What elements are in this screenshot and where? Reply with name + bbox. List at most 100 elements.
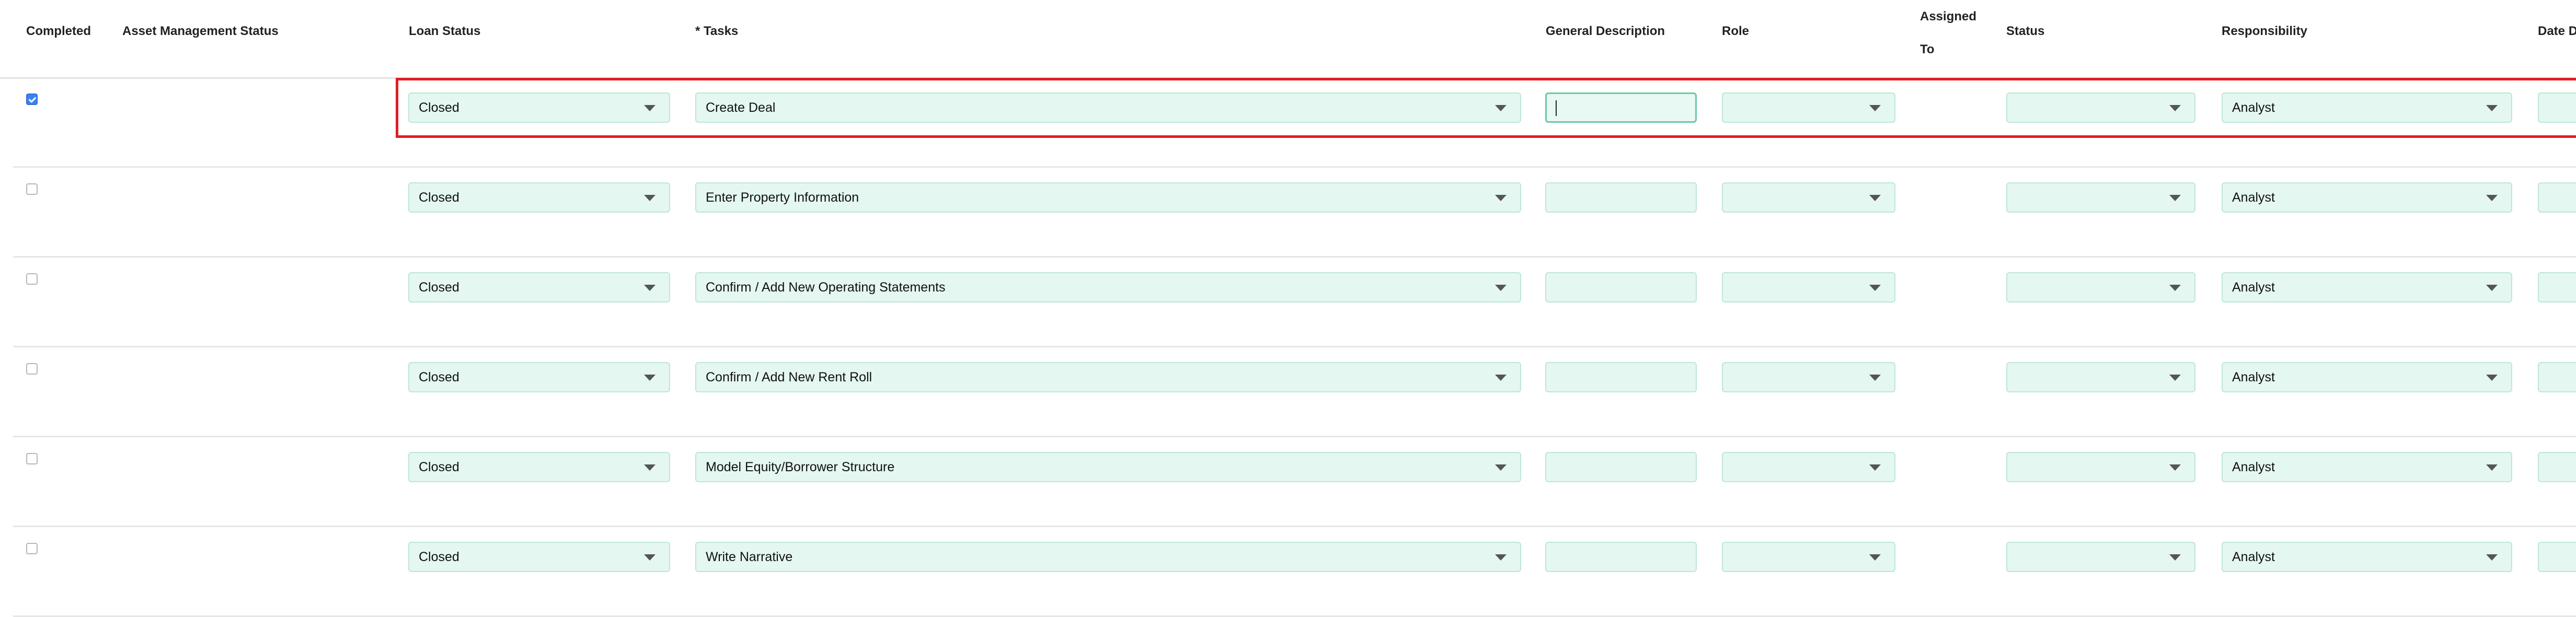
task-select[interactable]: Enter Property Information bbox=[695, 182, 1521, 213]
loan-status-select[interactable]: Closed bbox=[408, 92, 670, 123]
status-select[interactable] bbox=[2006, 182, 2195, 213]
chevron-down-icon bbox=[2486, 464, 2498, 471]
responsibility-select[interactable]: Analyst bbox=[2222, 182, 2512, 213]
role-select[interactable] bbox=[1722, 362, 1895, 392]
chevron-down-icon bbox=[644, 105, 656, 111]
general-description-input[interactable] bbox=[1545, 92, 1697, 123]
loan-status-select-value: Closed bbox=[419, 550, 459, 564]
task-select[interactable]: Confirm / Add New Operating Statements bbox=[695, 272, 1521, 302]
header-loan-status: Loan Status bbox=[409, 24, 481, 38]
chevron-down-icon bbox=[1869, 195, 1881, 201]
loan-status-select[interactable]: Closed bbox=[408, 362, 670, 392]
loan-status-select-value: Closed bbox=[419, 460, 459, 474]
header-completed: Completed bbox=[26, 24, 91, 38]
header-responsibility: Responsibility bbox=[2222, 24, 2308, 38]
responsibility-select-value: Analyst bbox=[2232, 280, 2275, 295]
header-tasks: * Tasks bbox=[695, 24, 739, 38]
responsibility-select-value: Analyst bbox=[2232, 100, 2275, 115]
task-select[interactable]: Create Deal bbox=[695, 92, 1521, 123]
loan-status-select-value: Closed bbox=[419, 190, 459, 205]
chevron-down-icon bbox=[2486, 105, 2498, 111]
loan-status-select[interactable]: Closed bbox=[408, 182, 670, 213]
completed-checkbox[interactable] bbox=[26, 543, 38, 554]
header-status: Status bbox=[2006, 24, 2045, 38]
date-input[interactable] bbox=[2538, 542, 2576, 572]
table-row: Closed Confirm / Add New Operating Statem… bbox=[0, 258, 2576, 347]
header-role: Role bbox=[1722, 24, 1750, 38]
chevron-down-icon bbox=[644, 375, 656, 381]
task-select[interactable]: Confirm / Add New Rent Roll bbox=[695, 362, 1521, 392]
date-input[interactable] bbox=[2538, 182, 2576, 213]
chevron-down-icon bbox=[2486, 375, 2498, 381]
chevron-down-icon bbox=[1869, 464, 1881, 471]
chevron-down-icon bbox=[1869, 375, 1881, 381]
loan-status-select[interactable]: Closed bbox=[408, 272, 670, 302]
responsibility-select[interactable]: Analyst bbox=[2222, 92, 2512, 123]
table-header: Completed Asset Management Status Loan S… bbox=[0, 0, 2576, 79]
status-select[interactable] bbox=[2006, 272, 2195, 302]
role-select[interactable] bbox=[1722, 92, 1895, 123]
responsibility-select[interactable]: Analyst bbox=[2222, 452, 2512, 482]
chevron-down-icon bbox=[1869, 285, 1881, 291]
completed-checkbox[interactable] bbox=[26, 453, 38, 464]
chevron-down-icon bbox=[644, 195, 656, 201]
responsibility-select[interactable]: Analyst bbox=[2222, 362, 2512, 392]
task-select-value: Enter Property Information bbox=[706, 190, 859, 205]
table-row: Closed Write Narrative Analyst bbox=[0, 527, 2576, 617]
chevron-down-icon bbox=[1495, 105, 1506, 111]
chevron-down-icon bbox=[1869, 554, 1881, 561]
general-description-input[interactable] bbox=[1545, 452, 1697, 482]
status-select[interactable] bbox=[2006, 542, 2195, 572]
header-assigned-to: Assigned To bbox=[1920, 9, 1977, 56]
loan-status-select[interactable]: Closed bbox=[408, 542, 670, 572]
table-row: Closed Confirm / Add New Rent Roll Analyst bbox=[0, 347, 2576, 437]
chevron-down-icon bbox=[644, 285, 656, 291]
chevron-down-icon bbox=[2169, 375, 2181, 381]
general-description-input[interactable] bbox=[1545, 362, 1697, 392]
date-input[interactable] bbox=[2538, 362, 2576, 392]
general-description-input[interactable] bbox=[1545, 182, 1697, 213]
completed-checkbox[interactable] bbox=[26, 363, 38, 375]
header-date: Date D bbox=[2538, 24, 2576, 38]
chevron-down-icon bbox=[644, 554, 656, 561]
task-table: Completed Asset Management Status Loan S… bbox=[0, 0, 2576, 617]
responsibility-select[interactable]: Analyst bbox=[2222, 542, 2512, 572]
chevron-down-icon bbox=[2169, 105, 2181, 111]
date-input[interactable] bbox=[2538, 272, 2576, 302]
task-select[interactable]: Write Narrative bbox=[695, 542, 1521, 572]
responsibility-select-value: Analyst bbox=[2232, 370, 2275, 385]
responsibility-select[interactable]: Analyst bbox=[2222, 272, 2512, 302]
status-select[interactable] bbox=[2006, 452, 2195, 482]
role-select[interactable] bbox=[1722, 542, 1895, 572]
chevron-down-icon bbox=[2169, 285, 2181, 291]
loan-status-select-value: Closed bbox=[419, 280, 459, 295]
task-select[interactable]: Model Equity/Borrower Structure bbox=[695, 452, 1521, 482]
status-select[interactable] bbox=[2006, 362, 2195, 392]
chevron-down-icon bbox=[1495, 195, 1506, 201]
header-general-description: General Description bbox=[1546, 24, 1665, 38]
date-input[interactable] bbox=[2538, 92, 2576, 123]
completed-checkbox[interactable] bbox=[26, 273, 38, 285]
responsibility-select-value: Analyst bbox=[2232, 550, 2275, 564]
chevron-down-icon bbox=[1869, 105, 1881, 111]
task-select-value: Write Narrative bbox=[706, 550, 793, 564]
role-select[interactable] bbox=[1722, 272, 1895, 302]
header-asset-management-status: Asset Management Status bbox=[122, 24, 279, 38]
general-description-input[interactable] bbox=[1545, 542, 1697, 572]
status-select[interactable] bbox=[2006, 92, 2195, 123]
table-row: Closed Enter Property Information Analyst bbox=[0, 168, 2576, 258]
table-row: Closed Model Equity/Borrower Structure Ana… bbox=[0, 437, 2576, 527]
role-select[interactable] bbox=[1722, 182, 1895, 213]
task-select-value: Confirm / Add New Operating Statements bbox=[706, 280, 946, 295]
task-select-value: Create Deal bbox=[706, 100, 776, 115]
chevron-down-icon bbox=[2169, 195, 2181, 201]
completed-checkbox[interactable] bbox=[26, 183, 38, 195]
chevron-down-icon bbox=[2486, 195, 2498, 201]
completed-checkbox[interactable] bbox=[26, 94, 38, 105]
text-cursor bbox=[1556, 100, 1557, 116]
responsibility-select-value: Analyst bbox=[2232, 460, 2275, 474]
general-description-input[interactable] bbox=[1545, 272, 1697, 302]
loan-status-select[interactable]: Closed bbox=[408, 452, 670, 482]
role-select[interactable] bbox=[1722, 452, 1895, 482]
date-input[interactable] bbox=[2538, 452, 2576, 482]
